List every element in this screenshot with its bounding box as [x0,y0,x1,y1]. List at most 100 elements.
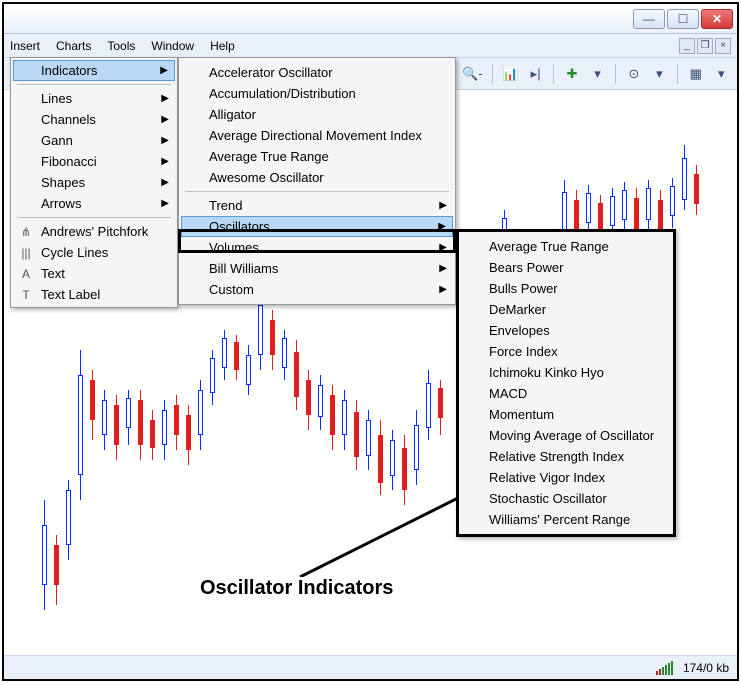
menu-item-cycle-lines[interactable]: ||| Cycle Lines [13,242,175,263]
menu-help[interactable]: Help [210,39,235,53]
connection-signal-icon [656,661,673,675]
menu-item-osc-macd[interactable]: MACD [461,383,671,404]
menu-item-label: Awesome Oscillator [209,170,324,185]
menu-item-label: Arrows [41,196,81,211]
maximize-button[interactable]: ☐ [667,9,699,29]
menu-item-osc-bears[interactable]: Bears Power [461,257,671,278]
menu-item-osc-force[interactable]: Force Index [461,341,671,362]
statusbar: 174/0 kb [4,655,737,679]
menu-item-label: Force Index [489,344,558,359]
dropdown-icon[interactable]: ▾ [588,63,608,85]
indicators-submenu: Accelerator Oscillator Accumulation/Dist… [178,57,456,305]
menubar: Insert Charts Tools Window Help _ ❐ × [4,34,737,58]
menu-item-atr[interactable]: Average True Range [181,146,453,167]
menu-item-fibonacci[interactable]: Fibonacci ▶ [13,151,175,172]
submenu-arrow-icon: ▶ [160,65,168,76]
menu-item-label: Alligator [209,107,256,122]
submenu-arrow-icon: ▶ [161,93,169,104]
menu-item-volumes[interactable]: Volumes ▶ [181,237,453,258]
menu-item-text-label[interactable]: T Text Label [13,284,175,305]
callout-label: Oscillator Indicators [200,577,393,600]
menu-item-shapes[interactable]: Shapes ▶ [13,172,175,193]
menu-item-label: Accelerator Oscillator [209,65,333,80]
chart-shift-icon[interactable]: ▸| [526,63,546,85]
menu-item-label: Volumes [209,240,259,255]
menu-item-alligator[interactable]: Alligator [181,104,453,125]
child-close-button[interactable]: × [715,38,731,54]
minimize-button[interactable]: — [633,9,665,29]
menu-item-awesome[interactable]: Awesome Oscillator [181,167,453,188]
menu-item-osc-rvi[interactable]: Relative Vigor Index [461,467,671,488]
submenu-arrow-icon: ▶ [161,135,169,146]
menu-insert[interactable]: Insert [10,39,40,53]
menu-item-osc-momentum[interactable]: Momentum [461,404,671,425]
menu-item-label: Oscillators [209,219,270,234]
menu-item-osc-mao[interactable]: Moving Average of Oscillator [461,425,671,446]
child-restore-button[interactable]: ❐ [697,38,713,54]
menu-item-trend[interactable]: Trend ▶ [181,195,453,216]
dropdown2-icon[interactable]: ▾ [650,63,670,85]
menu-window[interactable]: Window [151,39,194,53]
menu-item-osc-demarker[interactable]: DeMarker [461,299,671,320]
menu-item-label: Trend [209,198,242,213]
cycle-lines-icon: ||| [17,246,35,260]
submenu-arrow-icon: ▶ [439,284,447,295]
close-button[interactable]: ✕ [701,9,733,29]
menu-item-label: Custom [209,282,254,297]
submenu-arrow-icon: ▶ [439,200,447,211]
menu-item-label: Relative Vigor Index [489,470,605,485]
menu-item-label: Accumulation/Distribution [209,86,356,101]
templates-icon[interactable]: ▦ [686,63,706,85]
dropdown3-icon[interactable]: ▾ [712,63,732,85]
indicators-icon[interactable]: ✚ [562,63,582,85]
submenu-arrow-icon: ▶ [439,242,447,253]
menu-charts[interactable]: Charts [56,39,91,53]
menu-item-label: MACD [489,386,527,401]
menu-item-label: Bears Power [489,260,563,275]
menu-item-label: Cycle Lines [41,245,108,260]
menu-item-label: Fibonacci [41,154,97,169]
periods-icon[interactable]: ⊙ [624,63,644,85]
chart-type-icon[interactable]: 📊 [500,63,520,85]
submenu-arrow-icon: ▶ [161,114,169,125]
menu-item-osc-atr[interactable]: Average True Range [461,236,671,257]
menu-item-label: Bill Williams [209,261,278,276]
menu-item-adx[interactable]: Average Directional Movement Index [181,125,453,146]
menu-item-gann[interactable]: Gann ▶ [13,130,175,151]
menu-item-label: Shapes [41,175,85,190]
menu-item-label: Momentum [489,407,554,422]
menu-item-label: Indicators [41,63,97,78]
menu-item-accumulation[interactable]: Accumulation/Distribution [181,83,453,104]
menu-item-osc-bulls[interactable]: Bulls Power [461,278,671,299]
menu-item-osc-envelopes[interactable]: Envelopes [461,320,671,341]
menu-item-osc-stochastic[interactable]: Stochastic Oscillator [461,488,671,509]
connection-status: 174/0 kb [683,661,729,675]
submenu-arrow-icon: ▶ [439,263,447,274]
minimize-icon: — [643,12,655,26]
pitchfork-icon: ⋔ [17,225,35,239]
menu-item-pitchfork[interactable]: ⋔ Andrews' Pitchfork [13,221,175,242]
menu-item-indicators[interactable]: Indicators ▶ [13,60,175,81]
menu-item-label: Moving Average of Oscillator [489,428,654,443]
menu-item-label: Gann [41,133,73,148]
child-minimize-button[interactable]: _ [679,38,695,54]
menu-item-lines[interactable]: Lines ▶ [13,88,175,109]
menu-item-channels[interactable]: Channels ▶ [13,109,175,130]
submenu-arrow-icon: ▶ [161,198,169,209]
menu-item-osc-wpr[interactable]: Williams' Percent Range [461,509,671,530]
text-label-icon: T [17,288,35,302]
titlebar: — ☐ ✕ [4,4,737,34]
menu-item-label: Bulls Power [489,281,558,296]
menu-item-accelerator[interactable]: Accelerator Oscillator [181,62,453,83]
menu-item-custom[interactable]: Custom ▶ [181,279,453,300]
menu-item-arrows[interactable]: Arrows ▶ [13,193,175,214]
menu-item-oscillators[interactable]: Oscillators▶ [181,216,453,237]
menu-item-bill-williams[interactable]: Bill Williams ▶ [181,258,453,279]
menu-item-osc-rsi[interactable]: Relative Strength Index [461,446,671,467]
menu-item-osc-ichimoku[interactable]: Ichimoku Kinko Hyo [461,362,671,383]
zoom-out-icon[interactable]: 🔍- [462,63,484,85]
menu-item-label: Ichimoku Kinko Hyo [489,365,604,380]
menu-item-text[interactable]: A Text [13,263,175,284]
menu-item-label: Stochastic Oscillator [489,491,607,506]
menu-tools[interactable]: Tools [107,39,135,53]
